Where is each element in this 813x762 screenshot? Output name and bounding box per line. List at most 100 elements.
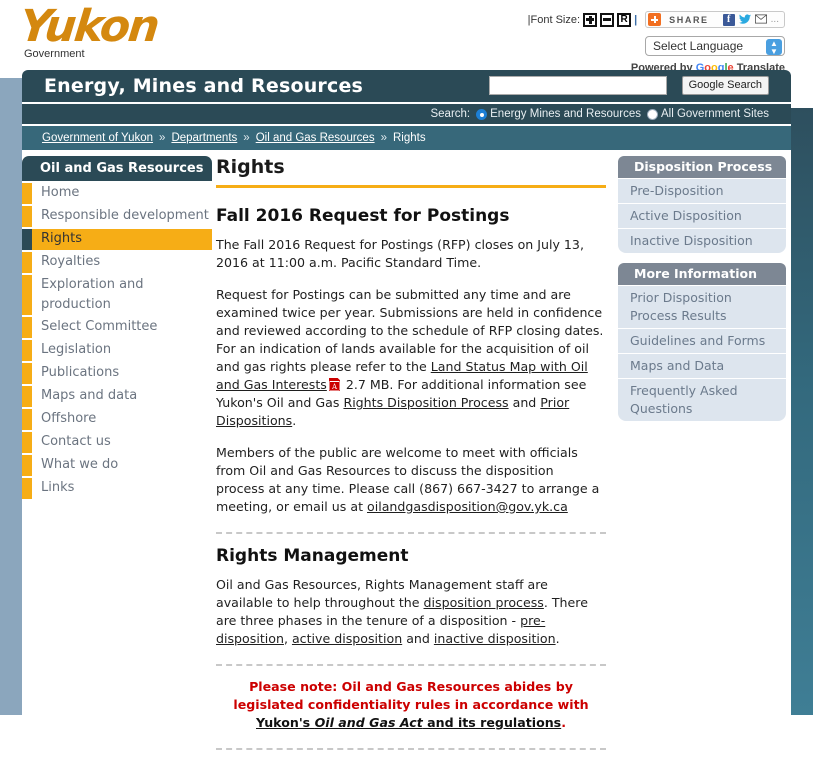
nav-accent-bar [22, 340, 32, 361]
divider-pipe: | [634, 13, 638, 26]
link-disposition-process[interactable]: disposition process [424, 595, 544, 610]
sidebar-item-label: What we do [41, 457, 119, 472]
sidebar-item-label: Rights [41, 231, 83, 246]
nav-accent-bar [22, 386, 32, 407]
sidebar-item-label: Publications [41, 365, 120, 380]
right-nav-item-frequently-asked-questions[interactable]: Frequently Asked Questions [618, 379, 786, 421]
right-nav-header: Disposition Process [618, 156, 786, 178]
p4-and: and [402, 631, 434, 646]
department-title-bar: Energy, Mines and Resources Google Searc… [22, 70, 791, 102]
right-sidebar: Disposition Process Pre-Disposition Acti… [618, 156, 786, 431]
nav-accent-bar [22, 455, 32, 476]
link-email-disposition[interactable]: oilandgasdisposition@gov.yk.ca [367, 499, 568, 514]
breadcrumb-item-0[interactable]: Government of Yukon [42, 132, 153, 144]
right-nav-item-inactive-disposition[interactable]: Inactive Disposition [618, 229, 786, 253]
link-oil-and-gas-act[interactable]: Yukon's Oil and Gas Act and its regulati… [256, 715, 561, 730]
sidebar-item-rights[interactable]: Rights [22, 229, 212, 250]
sidebar-item-responsible-development[interactable]: Responsible development [22, 206, 212, 227]
twitter-icon[interactable] [738, 13, 751, 26]
sidebar-item-select-committee[interactable]: Select Committee [22, 317, 212, 338]
sidebar-item-legislation[interactable]: Legislation [22, 340, 212, 361]
breadcrumb-separator: » [243, 132, 250, 144]
language-select[interactable]: Select Language ▲ ▼ [645, 36, 785, 56]
link-active-disposition[interactable]: active disposition [292, 631, 402, 646]
right-nav-item-prior-disposition-process-results[interactable]: Prior Disposition Process Results [618, 286, 786, 328]
google-search-button[interactable]: Google Search [681, 76, 769, 95]
font-size-label: |Font Size: [527, 13, 581, 26]
left-nav-header: Oil and Gas Resources [22, 156, 212, 181]
sidebar-item-label: Responsible development [41, 208, 209, 223]
confidentiality-note: Please note: Oil and Gas Resources abide… [216, 678, 606, 732]
note-link-italic: Oil and Gas Act [314, 715, 423, 730]
right-nav-header: More Information [618, 263, 786, 285]
divider-dotted [216, 532, 606, 534]
chevron-updown-icon: ▲ ▼ [766, 39, 782, 56]
p2-and: and [508, 395, 541, 410]
link-rights-disposition-process[interactable]: Rights Disposition Process [343, 395, 508, 410]
right-nav-item-active-disposition[interactable]: Active Disposition [618, 204, 786, 228]
radio-scope-all-government[interactable] [646, 108, 658, 120]
sidebar-item-what-we-do[interactable]: What we do [22, 455, 212, 476]
email-icon[interactable] [754, 14, 767, 26]
nav-accent-bar [22, 275, 32, 315]
right-nav-item-guidelines-and-forms[interactable]: Guidelines and Forms [618, 329, 786, 353]
yukon-logo[interactable]: Yukon Government [17, 1, 160, 60]
share-plus-icon[interactable] [648, 13, 662, 26]
main-content: Rights Fall 2016 Request for Postings Th… [216, 156, 606, 762]
scope-all-government-label[interactable]: All Government Sites [661, 108, 769, 120]
font-reset-icon[interactable]: R [617, 12, 632, 27]
sidebar-item-label: Links [41, 480, 75, 495]
right-nav-item-maps-and-data[interactable]: Maps and Data [618, 354, 786, 378]
section-heading-fall-2016-rfp: Fall 2016 Request for Postings [216, 206, 510, 226]
breadcrumb-item-1[interactable]: Departments [171, 132, 237, 144]
sidebar-item-home[interactable]: Home [22, 183, 212, 204]
paragraph-rfp-deadline: The Fall 2016 Request for Postings (RFP)… [216, 237, 584, 270]
breadcrumb-item-2[interactable]: Oil and Gas Resources [256, 132, 375, 144]
font-size-controls: |Font Size: R | SHARE f ... [528, 11, 785, 28]
sidebar-item-label: Offshore [41, 411, 97, 426]
sidebar-item-publications[interactable]: Publications [22, 363, 212, 384]
left-sidebar-nav: Oil and Gas Resources Home Responsible d… [22, 156, 212, 499]
sidebar-item-label: Maps and data [41, 388, 138, 403]
sidebar-item-links[interactable]: Links [22, 478, 212, 499]
nav-accent-bar [22, 409, 32, 430]
right-nav-item-pre-disposition[interactable]: Pre-Disposition [618, 179, 786, 203]
paragraph-rights-management: Oil and Gas Resources, Rights Management… [216, 576, 606, 648]
site-header: Yukon Government |Font Size: R | SHARE f… [0, 0, 813, 78]
sidebar-item-contact-us[interactable]: Contact us [22, 432, 212, 453]
search-input[interactable] [489, 76, 667, 95]
divider-dotted [216, 748, 606, 750]
paragraph-public-meetings: Members of the public are welcome to mee… [216, 444, 606, 516]
sidebar-item-offshore[interactable]: Offshore [22, 409, 212, 430]
sidebar-item-royalties[interactable]: Royalties [22, 252, 212, 273]
share-widget[interactable]: SHARE f ... [645, 11, 785, 28]
sidebar-item-maps-and-data[interactable]: Maps and data [22, 386, 212, 407]
breadcrumb-separator: » [380, 132, 387, 144]
link-inactive-disposition[interactable]: inactive disposition [434, 631, 556, 646]
sidebar-item-label: Select Committee [41, 319, 158, 334]
paragraph-rfp-details: Request for Postings can be submitted an… [216, 286, 606, 430]
search-scope-label: Search: [430, 108, 471, 120]
nav-accent-bar [22, 478, 32, 499]
sidebar-item-label: Contact us [41, 434, 111, 449]
sidebar-item-label: Legislation [41, 342, 112, 357]
facebook-icon[interactable]: f [722, 13, 735, 26]
section-heading-rights-management: Rights Management [216, 546, 409, 566]
font-increase-icon[interactable] [583, 12, 598, 27]
p4-comma: , [283, 631, 292, 646]
right-nav-block-disposition-process: Disposition Process Pre-Disposition Acti… [618, 156, 786, 253]
right-page-edge [791, 108, 813, 715]
p2-end: . [292, 413, 297, 428]
sidebar-item-exploration-and-production[interactable]: Exploration and production [22, 275, 212, 315]
nav-accent-bar [22, 252, 32, 273]
right-nav-block-more-information: More Information Prior Disposition Proce… [618, 263, 786, 421]
breadcrumb-separator: » [159, 132, 166, 144]
search-scope-options: Search: Energy Mines and Resources All G… [22, 104, 791, 124]
scope-department-label[interactable]: Energy Mines and Resources [490, 108, 641, 120]
share-label: SHARE [669, 14, 709, 25]
font-decrease-icon[interactable] [600, 12, 615, 27]
radio-scope-department[interactable] [476, 108, 488, 120]
more-share-options-icon[interactable]: ... [771, 14, 779, 25]
note-link-post: and its regulations [422, 715, 562, 730]
nav-accent-bar [22, 206, 32, 227]
